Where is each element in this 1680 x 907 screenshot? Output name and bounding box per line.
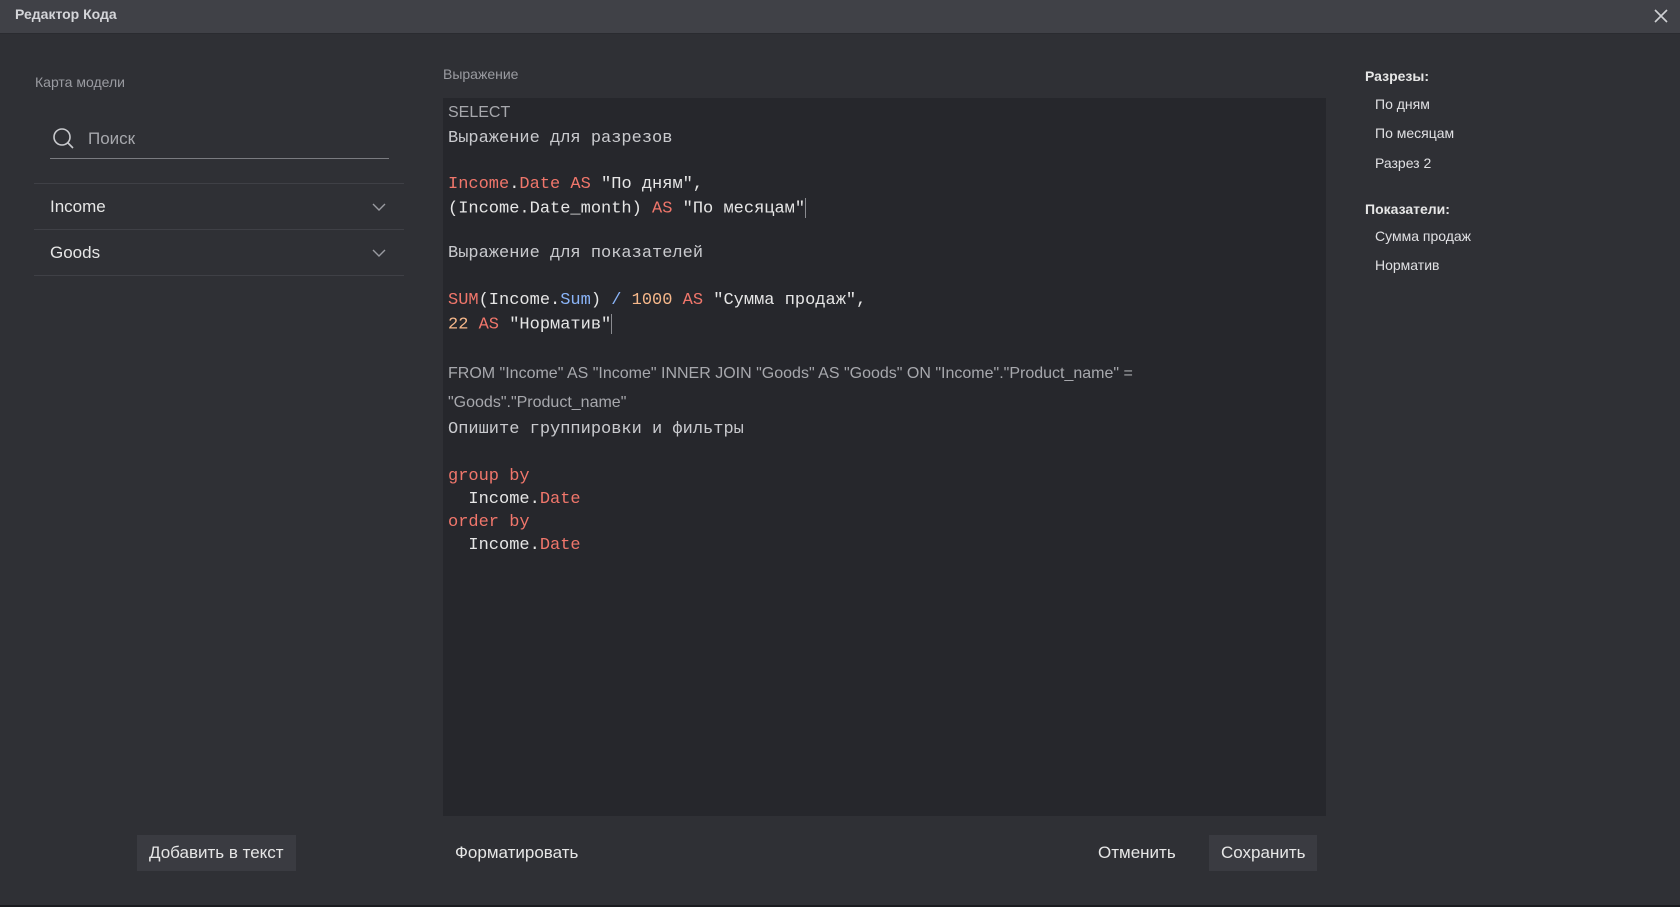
close-icon[interactable]	[1650, 5, 1672, 27]
search-icon	[53, 128, 74, 149]
title-bar: Редактор Кода	[0, 0, 1680, 34]
measure-item[interactable]: Сумма продаж	[1375, 228, 1471, 244]
save-button[interactable]: Сохранить	[1209, 835, 1318, 871]
code-editor-dialog: Редактор Кода Карта модели Income Goods …	[0, 0, 1680, 907]
model-tree: Income Goods	[34, 183, 404, 276]
chevron-down-icon	[372, 249, 386, 257]
add-to-text-button[interactable]: Добавить в текст	[137, 835, 296, 871]
code-line: order by	[448, 513, 530, 532]
code-line: Income.Date	[448, 536, 581, 555]
format-button[interactable]: Форматировать	[443, 835, 590, 871]
measure-item[interactable]: Норматив	[1375, 257, 1439, 273]
dims-comment: Выражение для разрезов	[448, 129, 673, 148]
code-line: SUM(Income.Sum) / 1000 AS "Сумма продаж"…	[448, 291, 867, 310]
from-clause: FROM "Income" AS "Income" INNER JOIN "Go…	[448, 365, 1133, 382]
expression-label: Выражение	[443, 66, 519, 82]
code-line: group by	[448, 467, 530, 486]
tree-item-label: Income	[50, 197, 106, 216]
tree-item-label: Goods	[50, 243, 101, 262]
code-line: (Income.Date_month) AS "По месяцам"	[448, 198, 807, 219]
tree-item-goods[interactable]: Goods	[34, 229, 404, 276]
group-comment: Опишите группировки и фильтры	[448, 420, 744, 439]
dimension-item[interactable]: Разрез 2	[1375, 155, 1431, 171]
dimension-item[interactable]: По месяцам	[1375, 125, 1454, 141]
from-clause: "Goods"."Product_name"	[448, 394, 627, 411]
measures-comment: Выражение для показателей	[448, 244, 704, 263]
select-keyword: SELECT	[448, 104, 511, 121]
tree-item-income[interactable]: Income	[34, 183, 404, 229]
code-line: Income.Date AS "По дням",	[448, 175, 704, 194]
cancel-button[interactable]: Отменить	[1086, 835, 1188, 871]
dialog-title: Редактор Кода	[15, 6, 117, 22]
dimensions-title: Разрезы:	[1365, 68, 1429, 84]
dimension-item[interactable]: По дням	[1375, 96, 1430, 112]
code-line: Income.Date	[448, 490, 581, 509]
code-line: 22 AS "Норматив"	[448, 314, 613, 335]
search-box	[50, 123, 389, 159]
search-input[interactable]	[86, 125, 380, 153]
code-editor[interactable]: SELECT Выражение для разрезов Income.Dat…	[443, 98, 1326, 816]
chevron-down-icon	[372, 203, 386, 211]
model-map-label: Карта модели	[35, 74, 125, 90]
measures-title: Показатели:	[1365, 201, 1450, 217]
